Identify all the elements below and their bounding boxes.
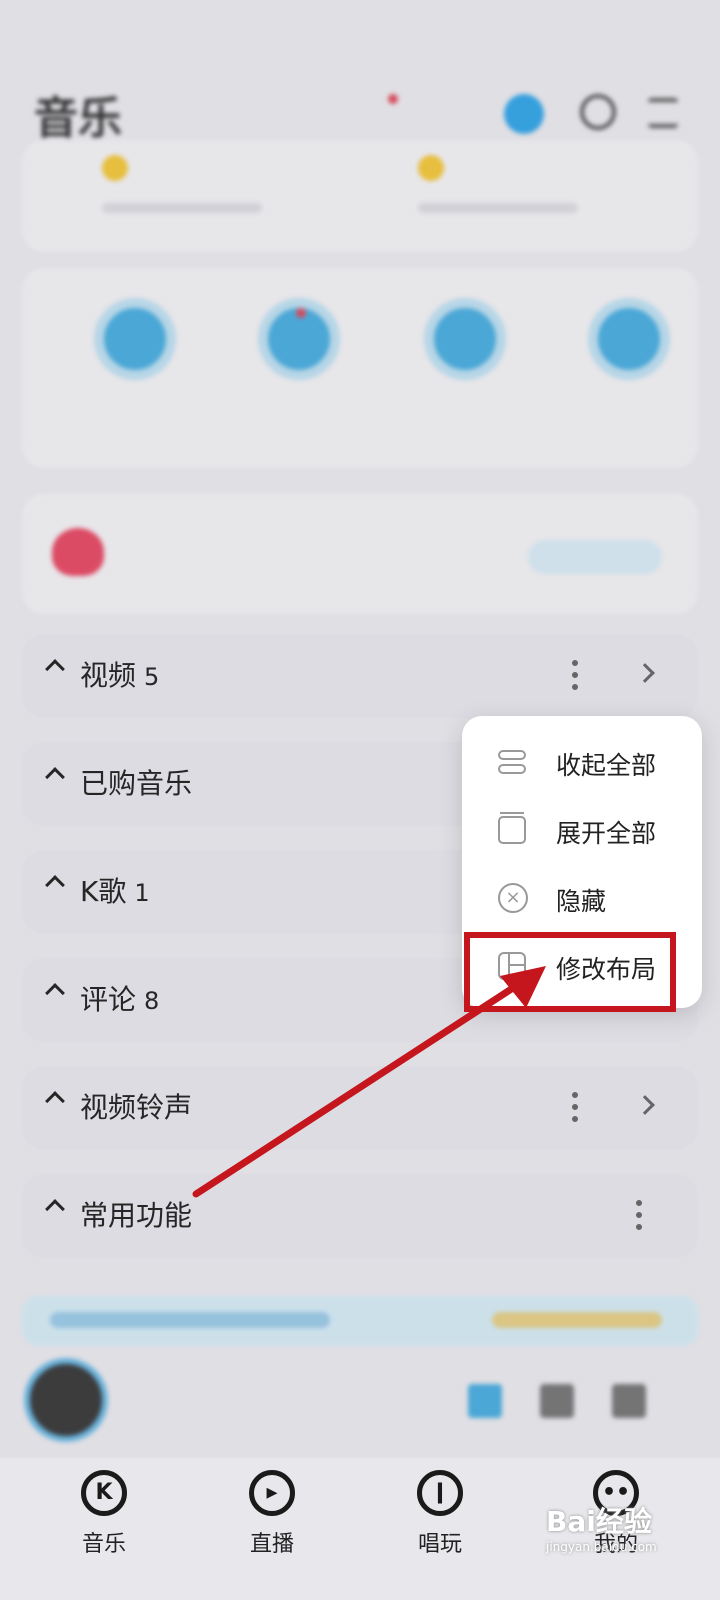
nav-item-live[interactable]: ▸ 直播 xyxy=(212,1470,332,1558)
mic-icon: ǀ xyxy=(417,1470,463,1516)
live-play-icon: ▸ xyxy=(249,1470,295,1516)
hide-icon: × xyxy=(498,883,528,913)
annotation-highlight-box xyxy=(464,932,676,1012)
watermark: Bai经验 jingyan.baidu.com xyxy=(546,1505,657,1554)
expand-all-icon-top xyxy=(500,812,524,814)
expand-all-icon xyxy=(498,816,526,844)
nav-item-music[interactable]: K 音乐 xyxy=(44,1470,164,1558)
menu-item-hide[interactable]: × 隐藏 xyxy=(462,866,702,934)
collapse-all-icon-part xyxy=(498,764,526,774)
app-screen: 音乐 视频 5 已购音乐 K歌 1 评论 8 视频铃声 常用功能 K 音乐 ▸ … xyxy=(0,0,720,1600)
menu-item-collapse-all[interactable]: 收起全部 xyxy=(462,730,702,798)
collapse-all-icon xyxy=(498,750,526,760)
menu-item-expand-all[interactable]: 展开全部 xyxy=(462,798,702,866)
k-music-icon: K xyxy=(81,1470,127,1516)
nav-item-sing[interactable]: ǀ 唱玩 xyxy=(380,1470,500,1558)
